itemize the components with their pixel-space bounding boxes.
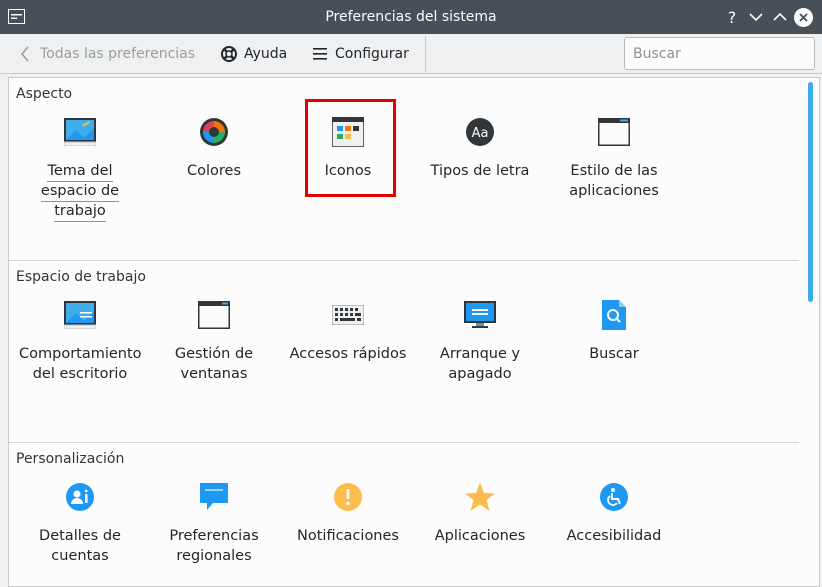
tile-label: Preferencias regionales [169, 528, 259, 564]
shortcuts-keyboard-icon [332, 299, 364, 331]
maximize-button[interactable] [770, 7, 790, 27]
tile-label: Accesos rápidos [289, 346, 407, 362]
tile-label: Gestión de ventanas [174, 346, 254, 382]
tile-colors[interactable]: Colores [149, 116, 279, 181]
all-preferences-button[interactable]: Todas las preferencias [16, 42, 195, 66]
applications-star-icon [464, 481, 496, 513]
tile-workspace-theme[interactable]: Tema del espacio de trabajo [15, 116, 145, 222]
lifebuoy-icon [220, 45, 238, 63]
chevron-down-icon [749, 13, 763, 22]
tile-shortcuts[interactable]: Accesos rápidos [283, 299, 413, 364]
tile-regional-settings[interactable]: Preferencias regionales [149, 481, 279, 566]
tile-label: Estilo de las aplicaciones [569, 163, 659, 199]
section-espacio-de-trabajo: Espacio de trabajo Comportamiento del es… [9, 260, 799, 442]
settings-content: Aspecto Tema del espacio de trabajo Colo… [8, 77, 820, 587]
help-label: Ayuda [244, 46, 288, 62]
hamburger-menu-icon [311, 45, 329, 63]
window-management-icon [198, 299, 230, 331]
iconos-highlight-box [305, 99, 396, 197]
section-aspecto: Aspecto Tema del espacio de trabajo Colo… [9, 78, 799, 260]
configure-button[interactable]: Configurar [311, 42, 409, 66]
tile-label: Tipos de letra [430, 163, 530, 179]
minimize-button[interactable] [746, 7, 766, 27]
tile-label: Buscar [589, 346, 639, 362]
tile-application-style[interactable]: Estilo de las aplicaciones [549, 116, 679, 201]
tile-fonts[interactable]: Aa Tipos de letra [415, 116, 545, 181]
help-window-button[interactable]: ? [722, 7, 742, 27]
tile-accessibility[interactable]: Accesibilidad [549, 481, 679, 546]
chevron-left-icon [16, 45, 34, 63]
tile-applications[interactable]: Aplicaciones [415, 481, 545, 546]
notifications-icon [332, 481, 364, 513]
close-button[interactable] [794, 8, 813, 27]
toolbar: Todas las preferencias Ayuda Configurar [0, 34, 822, 74]
configure-label: Configurar [335, 46, 409, 62]
section-title: Personalización [16, 451, 125, 467]
toolbar-separator [425, 36, 426, 72]
desktop-behavior-icon [64, 299, 96, 331]
window-titlebar: Preferencias del sistema ? [0, 0, 822, 34]
account-details-icon [64, 481, 96, 513]
tile-startup-shutdown[interactable]: Arranque y apagado [415, 299, 545, 384]
tile-label: Notificaciones [297, 528, 399, 544]
search-input[interactable] [624, 37, 815, 70]
close-icon [799, 13, 808, 22]
tile-label: Accesibilidad [566, 528, 662, 544]
all-preferences-label: Todas las preferencias [40, 46, 196, 62]
chevron-up-icon [773, 12, 787, 21]
help-button[interactable]: Ayuda [220, 42, 287, 66]
tile-notifications[interactable]: Notificaciones [283, 481, 413, 546]
window-title: Preferencias del sistema [325, 9, 497, 25]
tile-label: Aplicaciones [434, 528, 526, 544]
tile-search[interactable]: Buscar [549, 299, 679, 364]
startup-shutdown-icon [464, 299, 496, 331]
tile-label: Colores [186, 163, 241, 179]
workspace-theme-icon [64, 116, 96, 148]
tile-label: Comportamiento del escritorio [19, 346, 142, 382]
question-mark-icon: ? [727, 7, 737, 27]
section-title: Espacio de trabajo [16, 269, 146, 285]
accessibility-icon [598, 481, 630, 513]
application-style-icon [598, 116, 630, 148]
tile-window-management[interactable]: Gestión de ventanas [149, 299, 279, 384]
tile-desktop-behavior[interactable]: Comportamiento del escritorio [15, 299, 145, 384]
tile-account-details[interactable]: Detalles de cuentas [15, 481, 145, 566]
search-file-icon [598, 299, 630, 331]
fonts-icon: Aa [464, 116, 496, 148]
svg-text:Aa: Aa [472, 126, 489, 141]
section-title: Aspecto [16, 86, 73, 102]
vertical-scrollbar[interactable] [808, 82, 813, 302]
colors-icon [198, 116, 230, 148]
section-personalizacion: Personalización Detalles de cuentas Pref… [9, 442, 799, 586]
regional-settings-icon [198, 481, 230, 513]
tile-label: Detalles de cuentas [39, 528, 121, 564]
tile-label: Arranque y apagado [439, 346, 521, 382]
tile-label: Tema del espacio de trabajo [40, 163, 120, 222]
